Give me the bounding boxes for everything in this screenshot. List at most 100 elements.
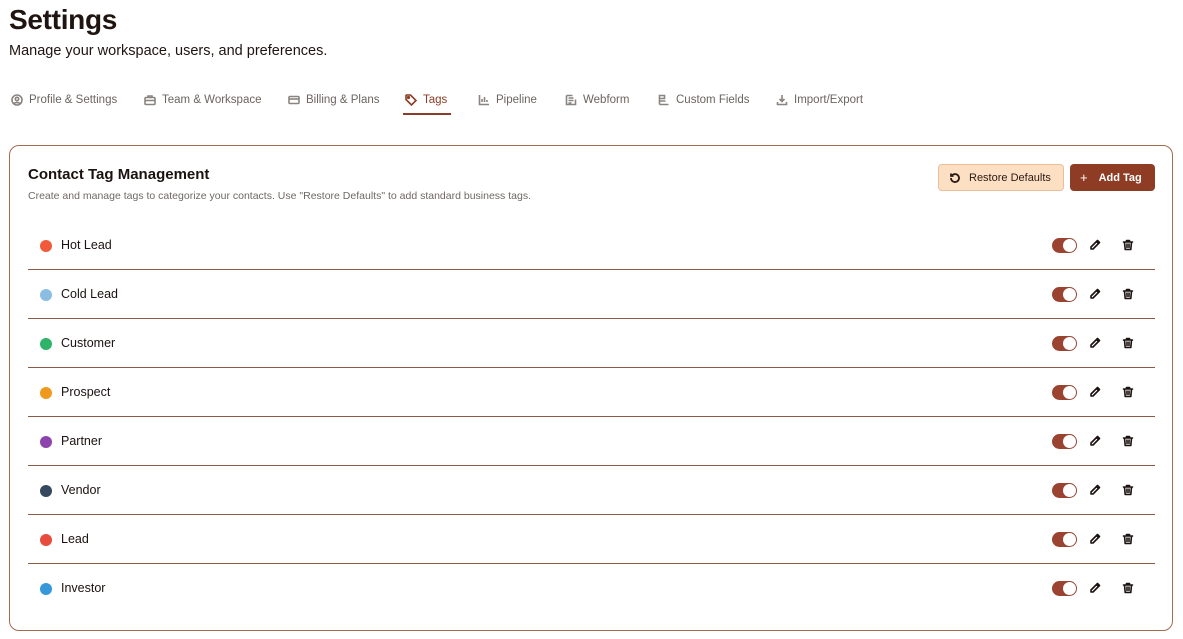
trash-icon bbox=[1122, 239, 1134, 251]
tag-color-dot bbox=[40, 485, 52, 497]
card-description: Create and manage tags to categorize you… bbox=[28, 190, 531, 202]
trash-icon bbox=[1122, 337, 1134, 349]
user-circle-icon bbox=[11, 93, 23, 106]
tag-color-dot bbox=[40, 387, 52, 399]
toggle-knob bbox=[1063, 337, 1076, 350]
briefcase-icon bbox=[144, 94, 156, 105]
tab-tags[interactable]: Tags bbox=[405, 84, 447, 115]
pencil-icon bbox=[1090, 435, 1101, 446]
pencil-icon bbox=[1090, 484, 1101, 495]
toggle-knob bbox=[1063, 533, 1076, 546]
tag-enabled-toggle[interactable] bbox=[1052, 581, 1077, 596]
delete-tag-button[interactable] bbox=[1121, 532, 1135, 546]
tag-name: Partner bbox=[61, 434, 102, 448]
tag-color-dot bbox=[40, 583, 52, 595]
tag-name: Vendor bbox=[61, 483, 101, 497]
toggle-knob bbox=[1063, 582, 1076, 595]
tag-name: Investor bbox=[61, 581, 106, 595]
tab-billing-plans[interactable]: Billing & Plans bbox=[288, 84, 380, 115]
delete-tag-button[interactable] bbox=[1121, 483, 1135, 497]
delete-tag-button[interactable] bbox=[1121, 581, 1135, 595]
delete-tag-button[interactable] bbox=[1121, 385, 1135, 399]
trash-icon bbox=[1122, 386, 1134, 398]
tag-row: Vendor bbox=[28, 466, 1155, 515]
pencil-icon bbox=[1090, 337, 1101, 348]
tag-management-card: Contact Tag Management Create and manage… bbox=[9, 145, 1173, 631]
tag-name: Customer bbox=[61, 336, 116, 350]
tag-color-dot bbox=[40, 289, 52, 301]
tag-enabled-toggle[interactable] bbox=[1052, 385, 1077, 400]
tag-enabled-toggle[interactable] bbox=[1052, 532, 1077, 547]
restore-defaults-label: Restore Defaults bbox=[969, 171, 1051, 184]
tag-name: Lead bbox=[61, 532, 89, 546]
tab-import-export[interactable]: Import/Export bbox=[776, 84, 863, 115]
tag-row: Investor bbox=[28, 564, 1155, 613]
delete-tag-button[interactable] bbox=[1121, 238, 1135, 252]
tag-enabled-toggle[interactable] bbox=[1052, 483, 1077, 498]
tag-row: Partner bbox=[28, 417, 1155, 466]
restore-defaults-button[interactable]: Restore Defaults bbox=[938, 164, 1064, 191]
tag-color-dot bbox=[40, 240, 52, 252]
tag-row: Prospect bbox=[28, 368, 1155, 417]
delete-tag-button[interactable] bbox=[1121, 336, 1135, 350]
edit-tag-button[interactable] bbox=[1088, 532, 1102, 546]
toggle-knob bbox=[1063, 484, 1076, 497]
tab-webform[interactable]: Webform bbox=[565, 84, 629, 115]
toggle-knob bbox=[1063, 386, 1076, 399]
tab-label: Profile & Settings bbox=[29, 93, 118, 106]
tab-pipeline[interactable]: Pipeline bbox=[478, 84, 537, 115]
credit-card-icon bbox=[288, 95, 300, 104]
plus-icon: + bbox=[1080, 170, 1088, 185]
tag-list: Hot Lead Cold Lead Customer Prospect Par… bbox=[28, 221, 1155, 613]
edit-tag-button[interactable] bbox=[1088, 336, 1102, 350]
pencil-icon bbox=[1090, 533, 1101, 544]
pencil-icon bbox=[1090, 582, 1101, 593]
add-tag-button[interactable]: + Add Tag bbox=[1070, 164, 1155, 191]
toggle-knob bbox=[1063, 239, 1076, 252]
chart-icon bbox=[478, 94, 489, 105]
delete-tag-button[interactable] bbox=[1121, 434, 1135, 448]
tab-label: Webform bbox=[583, 93, 630, 106]
tag-enabled-toggle[interactable] bbox=[1052, 336, 1077, 351]
tab-label: Import/Export bbox=[794, 93, 864, 106]
tab-team-workspace[interactable]: Team & Workspace bbox=[144, 84, 262, 115]
tag-color-dot bbox=[40, 436, 52, 448]
page-subtitle: Manage your workspace, users, and prefer… bbox=[9, 43, 328, 59]
active-tab-indicator bbox=[403, 113, 451, 115]
tag-enabled-toggle[interactable] bbox=[1052, 238, 1077, 253]
refresh-icon bbox=[950, 172, 960, 183]
tab-profile-settings[interactable]: Profile & Settings bbox=[11, 84, 117, 115]
edit-tag-button[interactable] bbox=[1088, 434, 1102, 448]
tag-name: Hot Lead bbox=[61, 238, 112, 252]
form-icon bbox=[565, 94, 577, 105]
tag-row: Hot Lead bbox=[28, 221, 1155, 270]
toggle-knob bbox=[1063, 435, 1076, 448]
edit-tag-button[interactable] bbox=[1088, 483, 1102, 497]
toggle-knob bbox=[1063, 288, 1076, 301]
tag-row: Lead bbox=[28, 515, 1155, 564]
edit-tag-button[interactable] bbox=[1088, 238, 1102, 252]
page-title: Settings bbox=[9, 4, 118, 35]
trash-icon bbox=[1122, 435, 1134, 447]
download-icon bbox=[776, 94, 788, 105]
tag-name: Cold Lead bbox=[61, 287, 118, 301]
tag-row: Customer bbox=[28, 319, 1155, 368]
edit-tag-button[interactable] bbox=[1088, 287, 1102, 301]
card-title: Contact Tag Management bbox=[28, 166, 210, 183]
pencil-icon bbox=[1090, 288, 1101, 299]
tab-custom-fields[interactable]: Custom Fields bbox=[658, 84, 750, 115]
edit-tag-button[interactable] bbox=[1088, 581, 1102, 595]
tag-enabled-toggle[interactable] bbox=[1052, 434, 1077, 449]
edit-tag-button[interactable] bbox=[1088, 385, 1102, 399]
tag-enabled-toggle[interactable] bbox=[1052, 287, 1077, 302]
pencil-icon bbox=[1090, 239, 1101, 250]
trash-icon bbox=[1122, 288, 1134, 300]
tag-color-dot bbox=[40, 534, 52, 546]
fields-icon bbox=[658, 94, 669, 105]
tag-color-dot bbox=[40, 338, 52, 350]
tag-icon bbox=[405, 93, 417, 106]
tab-label: Custom Fields bbox=[676, 93, 750, 106]
trash-icon bbox=[1122, 533, 1134, 545]
delete-tag-button[interactable] bbox=[1121, 287, 1135, 301]
trash-icon bbox=[1122, 484, 1134, 496]
